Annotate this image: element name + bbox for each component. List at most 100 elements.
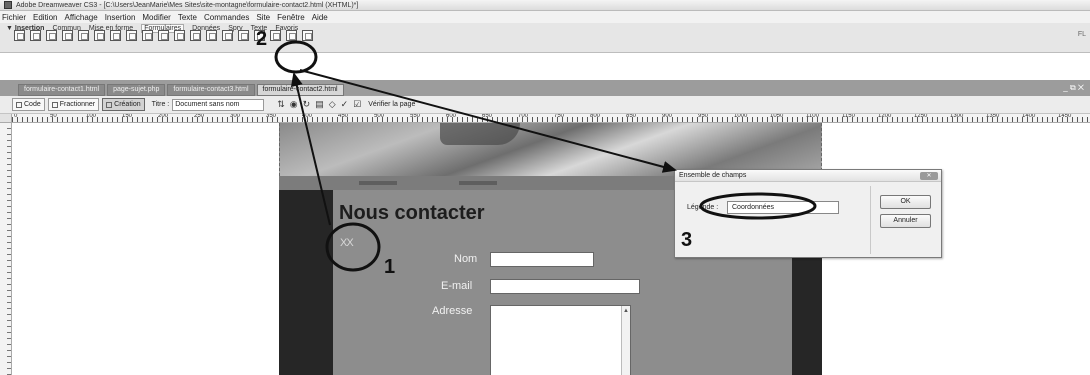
ruler-number: 950 (698, 114, 709, 119)
toolbar-icons: ⇅ ◉ ↻ ▤ ◇ ✓ ☑ (277, 99, 361, 110)
nav-link[interactable] (459, 181, 497, 185)
title-bar: Adobe Dreamweaver CS3 - [C:\Users\JeanMa… (0, 0, 1090, 11)
preview-icon[interactable]: ◉ (290, 99, 298, 110)
ruler-number: 400 (302, 114, 313, 119)
menu-insertion[interactable]: Insertion (105, 13, 136, 22)
code-view-button[interactable]: Code (12, 98, 45, 111)
check-page-button[interactable]: Vérifier la page (368, 101, 415, 108)
name-label: Nom (454, 253, 478, 265)
dreamweaver-app-icon (4, 1, 12, 9)
ruler-number: 800 (590, 114, 601, 119)
menu-fichier[interactable]: Fichier (2, 13, 26, 22)
insert-bar-right-text: FL (1077, 31, 1086, 38)
validate-icon[interactable]: ✓ (341, 99, 349, 110)
view-options-icon[interactable]: ▤ (315, 99, 324, 110)
file-management-icon[interactable]: ⇅ (277, 99, 285, 110)
ruler-number: 200 (158, 114, 169, 119)
annotation-number-1: 1 (384, 256, 396, 278)
menu-affichage[interactable]: Affichage (64, 13, 97, 22)
document-window-controls[interactable]: _ ⧉ ✕ (1063, 83, 1084, 93)
menu-edition[interactable]: Edition (33, 13, 57, 22)
ruler-number: 600 (446, 114, 457, 119)
dialog-separator (870, 186, 871, 254)
textarea-scrollbar[interactable]: ▲ (621, 306, 630, 375)
code-label: Code (24, 101, 41, 108)
split-icon (51, 101, 58, 108)
ruler-number: 1150 (842, 114, 855, 119)
page-heading: Nous contacter (339, 202, 485, 224)
ruler-number: 1450 (1058, 114, 1072, 119)
close-icon[interactable]: ✕ (920, 172, 938, 180)
email-field[interactable] (490, 279, 640, 294)
spry-textarea-icon[interactable] (270, 30, 281, 41)
textarea-icon[interactable] (62, 30, 73, 41)
title-input[interactable]: Document sans nom (172, 98, 265, 111)
ruler-number: 1300 (950, 114, 964, 119)
button-icon[interactable] (190, 30, 201, 41)
ruler-number: 300 (230, 114, 241, 119)
horizontal-ruler: 0 50 100 150 200 250 300 350 400 450 500… (12, 114, 1090, 123)
ruler-number: 450 (338, 114, 349, 119)
legend-input[interactable]: Coordonnées (727, 201, 839, 214)
check-browser-icon[interactable]: ☑ (353, 99, 361, 110)
cancel-button[interactable]: Annuler (880, 214, 931, 228)
insertion-placeholder[interactable]: XX (340, 237, 354, 249)
address-label: Adresse (432, 305, 473, 317)
menu-site[interactable]: Site (256, 13, 270, 22)
dialog-title-bar: Ensemble de champs ✕ (675, 170, 941, 182)
tab-formulaire-contact3[interactable]: formulaire-contact3.html (167, 84, 255, 96)
tab-formulaire-contact1[interactable]: formulaire-contact1.html (18, 84, 106, 96)
hidden-field-icon[interactable] (46, 30, 57, 41)
visual-aids-icon[interactable]: ◇ (329, 99, 336, 110)
ruler-number: 1050 (770, 114, 784, 119)
design-view-button[interactable]: Création (102, 98, 145, 111)
dialog-title: Ensemble de champs (679, 172, 747, 179)
ruler-number: 1000 (734, 114, 748, 119)
document-tabs: formulaire-contact1.html page-sujet.php … (0, 80, 1090, 96)
file-field-icon[interactable] (174, 30, 185, 41)
ruler-number: 500 (374, 114, 385, 119)
tab-formulaire-contact2[interactable]: formulaire-contact2.html (256, 84, 344, 96)
code-icon (16, 101, 22, 108)
ok-button[interactable]: OK (880, 195, 931, 209)
legend-label: Légende : (687, 204, 719, 211)
menu-commandes[interactable]: Commandes (204, 13, 249, 22)
ruler-number: 1250 (914, 114, 928, 119)
ruler-number: 1200 (878, 114, 892, 119)
ruler-number: 100 (86, 114, 97, 119)
ruler-number: 850 (626, 114, 637, 119)
name-field[interactable] (490, 252, 594, 267)
radio-button-icon[interactable] (94, 30, 105, 41)
spry-checkbox-icon[interactable] (286, 30, 297, 41)
checkbox-icon[interactable] (78, 30, 89, 41)
menu-modifier[interactable]: Modifier (142, 13, 170, 22)
vertical-ruler (0, 123, 12, 375)
form-tools (14, 30, 313, 41)
window-title: Adobe Dreamweaver CS3 - [C:\Users\JeanMa… (16, 1, 359, 9)
jump-menu-icon[interactable] (142, 30, 153, 41)
image-field-icon[interactable] (158, 30, 169, 41)
design-label: Création (114, 101, 141, 108)
form-icon[interactable] (14, 30, 25, 41)
fieldset-icon[interactable] (238, 30, 249, 41)
ruler-ticks (12, 117, 1090, 122)
design-icon (106, 101, 113, 108)
address-textarea[interactable]: ▲ (490, 305, 631, 375)
refresh-icon[interactable]: ↻ (303, 99, 311, 110)
nav-link[interactable] (359, 181, 397, 185)
menu-aide[interactable]: Aide (312, 13, 328, 22)
ruler-number: 1400 (1022, 114, 1036, 119)
radio-group-icon[interactable] (110, 30, 121, 41)
list-menu-icon[interactable] (126, 30, 137, 41)
ruler-number: 700 (518, 114, 529, 119)
title-label: Titre : (151, 101, 170, 108)
split-view-button[interactable]: Fractionner (47, 98, 100, 111)
spry-select-icon[interactable] (302, 30, 313, 41)
menu-texte[interactable]: Texte (178, 13, 197, 22)
text-field-icon[interactable] (30, 30, 41, 41)
tab-page-sujet[interactable]: page-sujet.php (107, 84, 166, 96)
ruler-number: 250 (194, 114, 205, 119)
menu-fenetre[interactable]: Fenêtre (277, 13, 305, 22)
spry-validation-icon[interactable] (222, 30, 233, 41)
label-icon[interactable] (206, 30, 217, 41)
